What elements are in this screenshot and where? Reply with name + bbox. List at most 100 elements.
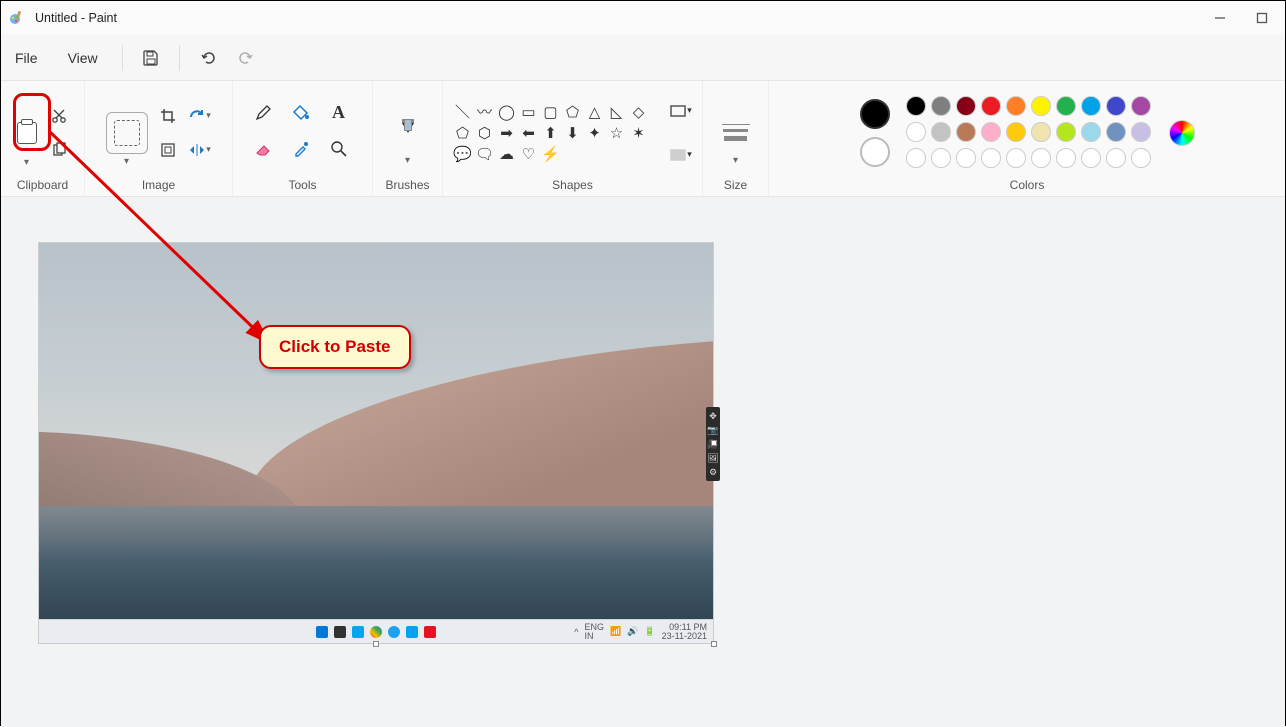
shape-roundcallout-icon[interactable]: 💬 (453, 145, 473, 163)
shape-larrow-icon[interactable]: ⬅ (519, 124, 539, 142)
ribbon: ▾ Clipboard ▾ ▾ (1, 81, 1285, 197)
menu-file[interactable]: File (9, 44, 44, 72)
shape-cloudcallout-icon[interactable]: ☁ (497, 145, 517, 163)
rotate-icon[interactable]: ▾ (188, 104, 212, 128)
shapes-gallery[interactable]: ＼ 〰 ◯ ▭ ▢ ⬠ △ ◺ ◇ ⬠ ⬡ ➡ ⬅ ⬆ ⬇ ✦ ☆ ✶ 💬 🗨 (453, 103, 649, 163)
pencil-icon[interactable] (251, 101, 275, 125)
resize-handle-corner[interactable] (711, 641, 717, 647)
resize-icon[interactable] (156, 138, 180, 162)
shape-diamond-icon[interactable]: ◇ (629, 103, 649, 121)
canvas[interactable]: ^ ENGIN 📶 🔊 🔋 09:11 PM23-11-2021 ✥ 📷 🎥 🖼… (39, 243, 713, 643)
crop-icon[interactable] (156, 104, 180, 128)
color-swatch[interactable] (1056, 122, 1076, 142)
shape-righttri-icon[interactable]: ◺ (607, 103, 627, 121)
redo-icon[interactable] (236, 48, 256, 68)
shape-line-icon[interactable]: ＼ (453, 103, 473, 121)
shape-6star-icon[interactable]: ✶ (629, 124, 649, 142)
color-swatch[interactable] (1081, 96, 1101, 116)
color-swatch[interactable] (906, 148, 926, 168)
color-picker-icon[interactable] (289, 137, 313, 161)
shape-outline-icon[interactable]: ▾ (669, 99, 693, 123)
fill-icon[interactable] (289, 101, 313, 125)
color-swatch[interactable] (1131, 148, 1151, 168)
brushes-button[interactable]: ▾ (399, 106, 417, 160)
annotation-callout-text: Click to Paste (279, 337, 391, 356)
shape-curve-icon[interactable]: 〰 (475, 103, 495, 121)
group-image-label: Image (142, 178, 175, 192)
eraser-icon[interactable] (251, 137, 275, 161)
color-swatch[interactable] (956, 148, 976, 168)
select-button[interactable]: ▾ (106, 112, 148, 154)
group-image: ▾ ▾ ▾ Image (85, 81, 233, 196)
color-swatch[interactable] (931, 122, 951, 142)
shape-ovalcallout-icon[interactable]: 🗨 (475, 145, 495, 163)
magnifier-icon[interactable] (327, 137, 351, 161)
menu-bar: File View (1, 35, 1285, 81)
resize-handle-bottom[interactable] (373, 641, 379, 647)
color-swatch[interactable] (931, 96, 951, 116)
shape-lightning-icon[interactable]: ⚡ (541, 145, 561, 163)
color-swatch[interactable] (1056, 96, 1076, 116)
menu-view[interactable]: View (62, 44, 104, 72)
group-tools-label: Tools (288, 178, 316, 192)
color-swatch[interactable] (1031, 148, 1051, 168)
color-swatch[interactable] (931, 148, 951, 168)
color1-swatch[interactable] (860, 99, 890, 129)
shape-oval-icon[interactable]: ◯ (497, 103, 517, 121)
shape-rarrow-icon[interactable]: ➡ (497, 124, 517, 142)
minimize-button[interactable] (1213, 11, 1227, 25)
color-palette (906, 96, 1153, 170)
shape-fill-icon[interactable]: ▾ (669, 143, 693, 167)
shape-pentagon-icon[interactable]: ⬠ (453, 124, 473, 142)
color-swatch[interactable] (1006, 148, 1026, 168)
color-swatch[interactable] (981, 148, 1001, 168)
color-swatch[interactable] (906, 122, 926, 142)
color-swatch[interactable] (1006, 96, 1026, 116)
color-swatch[interactable] (1106, 96, 1126, 116)
group-colors: Colors (769, 81, 1285, 196)
shape-heart-icon[interactable]: ♡ (519, 145, 539, 163)
shape-5star-icon[interactable]: ☆ (607, 124, 627, 142)
color-swatch[interactable] (1106, 122, 1126, 142)
shape-rect-icon[interactable]: ▭ (519, 103, 539, 121)
color-swatch[interactable] (1131, 96, 1151, 116)
window-title: Untitled - Paint (35, 11, 117, 25)
color-swatch[interactable] (1031, 96, 1051, 116)
group-shapes: ＼ 〰 ◯ ▭ ▢ ⬠ △ ◺ ◇ ⬠ ⬡ ➡ ⬅ ⬆ ⬇ ✦ ☆ ✶ 💬 🗨 (443, 81, 703, 196)
shape-4star-icon[interactable]: ✦ (585, 124, 605, 142)
color-swatch[interactable] (1131, 122, 1151, 142)
shape-roundrect-icon[interactable]: ▢ (541, 103, 561, 121)
flip-icon[interactable]: ▾ (188, 138, 212, 162)
overlay-image-icon: 🖼 (707, 452, 719, 464)
shape-triangle-icon[interactable]: △ (585, 103, 605, 121)
shape-polygon-icon[interactable]: ⬠ (563, 103, 583, 121)
color-swatch[interactable] (1056, 148, 1076, 168)
color-swatch[interactable] (981, 122, 1001, 142)
color2-swatch[interactable] (860, 137, 890, 167)
edit-colors-button[interactable] (1169, 120, 1195, 146)
shape-hexagon-icon[interactable]: ⬡ (475, 124, 495, 142)
color-swatch[interactable] (1006, 122, 1026, 142)
separator (122, 45, 123, 71)
color-swatch[interactable] (981, 96, 1001, 116)
resize-handle-right[interactable] (711, 440, 717, 446)
group-tools: A Tools (233, 81, 373, 196)
color-swatch[interactable] (906, 96, 926, 116)
color-swatch[interactable] (1081, 122, 1101, 142)
save-icon[interactable] (141, 48, 161, 68)
shape-darrow-icon[interactable]: ⬇ (563, 124, 583, 142)
color-swatch[interactable] (1106, 148, 1126, 168)
taskbar-app-icon (424, 626, 436, 638)
taskbar-volume-icon: 🔊 (627, 626, 638, 637)
color-swatch[interactable] (1081, 148, 1101, 168)
color-swatch[interactable] (1031, 122, 1051, 142)
shape-uarrow-icon[interactable]: ⬆ (541, 124, 561, 142)
text-icon[interactable]: A (327, 101, 351, 125)
group-shapes-label: Shapes (552, 178, 593, 192)
undo-icon[interactable] (198, 48, 218, 68)
taskbar-start-icon (316, 626, 328, 638)
color-swatch[interactable] (956, 96, 976, 116)
color-swatch[interactable] (956, 122, 976, 142)
size-button[interactable]: ▾ (722, 106, 750, 160)
maximize-button[interactable] (1255, 11, 1269, 25)
